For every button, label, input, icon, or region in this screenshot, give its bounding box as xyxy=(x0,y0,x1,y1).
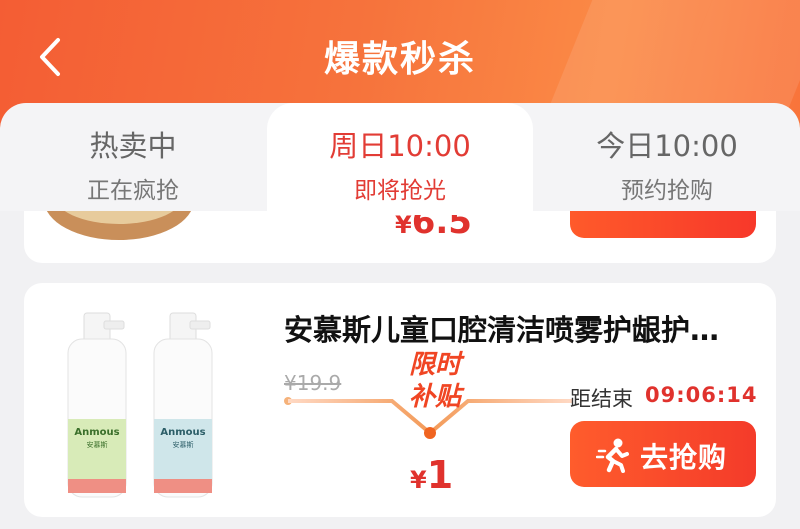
svg-text:Anmous: Anmous xyxy=(74,427,119,438)
tab-today-1000[interactable]: 今日10:00 预约抢购 xyxy=(534,103,800,211)
page-title: 爆款秒杀 xyxy=(323,39,476,80)
tab-title: 今日10:00 xyxy=(596,129,738,163)
svg-text:安慕斯: 安慕斯 xyxy=(173,440,194,449)
countdown-label: 距结束 xyxy=(570,387,633,411)
tab-subtitle: 即将抢光 xyxy=(354,178,446,204)
product-card[interactable]: Anmous 安慕斯 Anmous 安慕斯 安慕斯儿童口腔清洁喷雾护龈护… ¥1… xyxy=(24,283,776,517)
countdown-timer: 09:06:14 xyxy=(645,383,758,407)
tab-title: 周日10:00 xyxy=(329,129,471,163)
original-price: ¥19.9 xyxy=(284,371,342,395)
session-tabs: 热卖中 正在疯抢 周日10:00 即将抢光 今日10:00 预约抢购 xyxy=(0,103,800,215)
tab-hot-now[interactable]: 热卖中 正在疯抢 xyxy=(0,103,266,211)
tab-subtitle: 正在疯抢 xyxy=(87,178,179,204)
running-person-icon xyxy=(596,438,629,473)
product-image: Anmous 安慕斯 Anmous 安慕斯 xyxy=(67,312,213,498)
tab-sunday-1000[interactable]: 周日10:00 即将抢光 xyxy=(267,103,533,215)
tab-title: 热卖中 xyxy=(89,129,177,163)
limited-subsidy-badge: 限时 补贴 xyxy=(408,350,461,412)
svg-text:安慕斯: 安慕斯 xyxy=(87,440,108,449)
tab-subtitle: 预约抢购 xyxy=(621,178,713,204)
product-title[interactable]: 安慕斯儿童口腔清洁喷雾护龈护… xyxy=(284,307,754,349)
buy-button[interactable]: 去抢购 xyxy=(570,421,756,487)
buy-button-label: 去抢购 xyxy=(640,441,728,474)
svg-text:Anmous: Anmous xyxy=(160,427,205,438)
product-price: ¥1 xyxy=(410,453,454,497)
